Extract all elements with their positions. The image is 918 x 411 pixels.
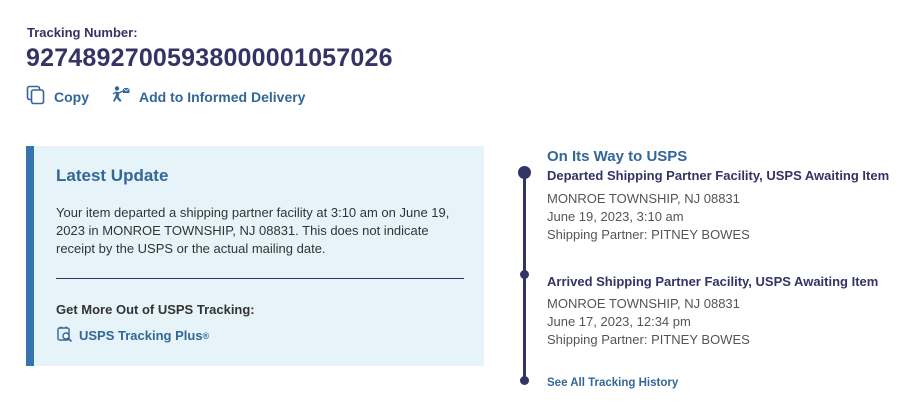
add-to-informed-delivery-button[interactable]: Add to Informed Delivery <box>111 85 305 108</box>
event-location: MONROE TOWNSHIP, NJ 08831 <box>547 296 740 311</box>
latest-update-text: Your item departed a shipping partner fa… <box>56 205 450 256</box>
tracking-actions: Copy Add to Informed Delivery <box>26 85 305 108</box>
timeline-dot <box>520 270 529 279</box>
latest-update-title: Latest Update <box>56 166 169 185</box>
timeline-end-dot <box>520 376 529 385</box>
add-to-informed-delivery-label: Add to Informed Delivery <box>139 88 306 105</box>
copy-button[interactable]: Copy <box>26 85 89 108</box>
delivery-person-icon <box>111 85 131 108</box>
event-partner: Shipping Partner: PITNEY BOWES <box>547 332 750 347</box>
registered-mark: ® <box>202 330 210 341</box>
copy-label: Copy <box>54 88 89 105</box>
event-title: Arrived Shipping Partner Facility, USPS … <box>547 274 879 289</box>
tracking-number-label: Tracking Number: <box>27 25 138 40</box>
tracking-plus-icon <box>56 325 74 346</box>
usps-tracking-plus-link[interactable]: USPS Tracking Plus ® <box>56 325 209 346</box>
usps-tracking-plus-label: USPS Tracking Plus <box>79 328 203 343</box>
event-datetime: June 17, 2023, 12:34 pm <box>547 314 691 329</box>
event-datetime: June 19, 2023, 3:10 am <box>547 209 684 224</box>
timeline-current-dot <box>518 166 531 179</box>
latest-update-panel: Latest Update Your item departed a shipp… <box>26 146 484 366</box>
tracking-number: 92748927005938000001057026 <box>26 44 393 72</box>
event-title: Departed Shipping Partner Facility, USPS… <box>547 168 890 183</box>
event-location: MONROE TOWNSHIP, NJ 08831 <box>547 191 740 206</box>
current-status: On Its Way to USPS <box>547 148 688 165</box>
get-more-title: Get More Out of USPS Tracking: <box>56 302 255 317</box>
divider <box>56 278 464 279</box>
copy-icon <box>26 85 46 108</box>
see-all-tracking-history-link[interactable]: See All Tracking History <box>547 377 678 389</box>
event-partner: Shipping Partner: PITNEY BOWES <box>547 227 750 242</box>
